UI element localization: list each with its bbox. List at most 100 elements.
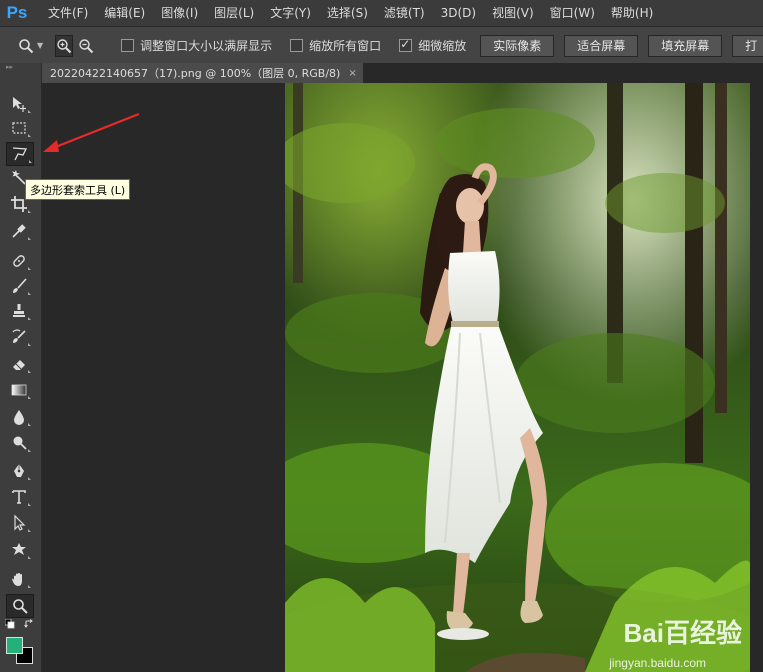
checkbox-box[interactable] [290, 39, 304, 52]
baidu-watermark: Bai百经验 [623, 618, 742, 648]
type-tool[interactable] [6, 486, 32, 508]
dodge-icon [13, 436, 27, 450]
custom-shape-tool[interactable] [6, 539, 32, 561]
document-image[interactable]: Bai百经验 jingyan.baidu.com [285, 83, 750, 672]
history-brush-icon [12, 329, 26, 343]
brush-icon [13, 278, 27, 293]
zoom-in-button[interactable] [55, 34, 74, 57]
dodge-tool[interactable] [6, 432, 32, 454]
path-selection-tool[interactable] [6, 512, 32, 534]
resize-windows-checkbox[interactable]: 调整窗口大小以满屏显示 [121, 37, 272, 54]
chevron-down-icon: ▼ [37, 41, 44, 50]
checkbox-box-checked[interactable] [399, 37, 413, 52]
tool-flyout-indicator [28, 343, 31, 346]
tool-flyout-indicator [28, 110, 31, 113]
tool-flyout-indicator [28, 210, 31, 213]
menu-help[interactable]: 帮助(H) [603, 0, 661, 26]
clone-stamp-tool[interactable] [6, 300, 32, 322]
menu-type[interactable]: 文字(Y) [262, 0, 319, 26]
tools-panel-header[interactable]: ▸▸ [0, 63, 41, 73]
baidu-watermark-url: jingyan.baidu.com [609, 656, 706, 670]
swap-colors-icon[interactable] [24, 619, 34, 629]
menu-bar: Ps 文件(F) 编辑(E) 图像(I) 图层(L) 文字(Y) 选择(S) 滤… [0, 0, 763, 26]
zoom-out-icon [79, 38, 94, 53]
tool-flyout-indicator [28, 503, 31, 506]
annotation-arrow-icon [43, 112, 140, 152]
zoom-all-windows-checkbox[interactable]: 缩放所有窗口 [290, 37, 381, 54]
move-icon [13, 97, 26, 112]
tool-flyout-indicator [28, 529, 31, 532]
tool-flyout-indicator [28, 317, 31, 320]
tool-preset-picker[interactable]: ▼ [18, 38, 43, 54]
move-tool[interactable] [6, 93, 32, 115]
hand-tool[interactable] [6, 568, 32, 590]
menu-3d[interactable]: 3D(D) [433, 0, 484, 26]
blur-tool[interactable] [6, 406, 32, 428]
path-selection-icon [14, 514, 26, 531]
tool-flyout-indicator [28, 585, 31, 588]
scrubby-zoom-label: 细微缩放 [418, 39, 467, 53]
gradient-tool[interactable] [6, 379, 32, 401]
zoom-out-button[interactable] [77, 35, 95, 57]
custom-shape-icon [12, 543, 26, 555]
brush-tool[interactable] [6, 275, 32, 297]
zoom-icon [19, 38, 34, 53]
blur-icon [14, 410, 24, 425]
marquee-icon [12, 122, 26, 134]
history-brush-tool[interactable] [6, 326, 32, 348]
marquee-tool[interactable] [6, 117, 32, 139]
tool-flyout-indicator [28, 477, 31, 480]
scrubby-zoom-checkbox[interactable]: 细微缩放 [399, 37, 466, 54]
default-colors-icon[interactable] [5, 619, 15, 629]
pen-tool[interactable] [6, 460, 32, 482]
close-icon[interactable]: × [348, 68, 356, 79]
photo-forest-woman [285, 83, 750, 672]
photoshop-logo: Ps [6, 3, 28, 22]
tool-flyout-indicator [28, 237, 31, 240]
document-tab-title: 20220422140657（17).png @ 100%（图层 0, RGB/… [50, 67, 341, 80]
actual-pixels-button[interactable]: 实际像素 [480, 34, 555, 57]
menu-filter[interactable]: 滤镜(T) [376, 0, 433, 26]
tool-flyout-indicator [28, 556, 31, 559]
gradient-icon [11, 384, 27, 396]
tool-flyout-indicator [28, 134, 31, 137]
tool-flyout-indicator [28, 370, 31, 373]
tool-flyout-indicator [28, 292, 31, 295]
healing-brush-tool[interactable] [6, 250, 32, 272]
clone-stamp-icon [13, 304, 25, 317]
hand-icon [12, 573, 22, 586]
foreground-color-swatch[interactable] [6, 637, 23, 654]
tool-tooltip: 多边形套索工具 (L) [25, 179, 131, 200]
menu-edit[interactable]: 编辑(E) [96, 0, 153, 26]
eraser-icon [13, 360, 25, 370]
tool-flyout-indicator [29, 160, 32, 163]
tool-flyout-indicator [28, 267, 31, 270]
menu-select[interactable]: 选择(S) [319, 0, 376, 26]
healing-brush-icon [13, 255, 25, 267]
zoom-all-windows-label: 缩放所有窗口 [309, 39, 382, 53]
menu-window[interactable]: 窗口(W) [542, 0, 603, 26]
document-tab[interactable]: 20220422140657（17).png @ 100%（图层 0, RGB/… [42, 63, 363, 83]
type-icon [12, 490, 26, 504]
pen-icon [14, 464, 24, 477]
checkbox-box[interactable] [121, 39, 135, 52]
tool-flyout-indicator [28, 423, 31, 426]
options-bar: ▼ 调整窗口大小以满屏显示 缩放所有窗口 细微缩放 实际像素 适合屏幕 填充屏幕… [0, 26, 763, 65]
eraser-tool[interactable] [6, 353, 32, 375]
menu-view[interactable]: 视图(V) [484, 0, 542, 26]
polygonal-lasso-tool[interactable] [6, 142, 34, 166]
tool-flyout-indicator [28, 396, 31, 399]
menu-layer[interactable]: 图层(L) [206, 0, 262, 26]
fit-screen-button[interactable]: 适合屏幕 [564, 34, 639, 57]
zoom-in-icon [57, 38, 72, 53]
eyedropper-tool[interactable] [6, 220, 32, 242]
menu-image[interactable]: 图像(I) [153, 0, 206, 26]
zoom-icon [13, 599, 28, 614]
zoom-tool[interactable] [6, 594, 34, 618]
menu-file[interactable]: 文件(F) [40, 0, 96, 26]
polygonal-lasso-icon [12, 147, 28, 161]
fill-screen-button[interactable]: 填充屏幕 [648, 34, 723, 57]
tool-flyout-indicator [28, 449, 31, 452]
document-tab-bar: 20220422140657（17).png @ 100%（图层 0, RGB/… [42, 63, 763, 83]
print-size-button[interactable]: 打 [732, 34, 763, 57]
